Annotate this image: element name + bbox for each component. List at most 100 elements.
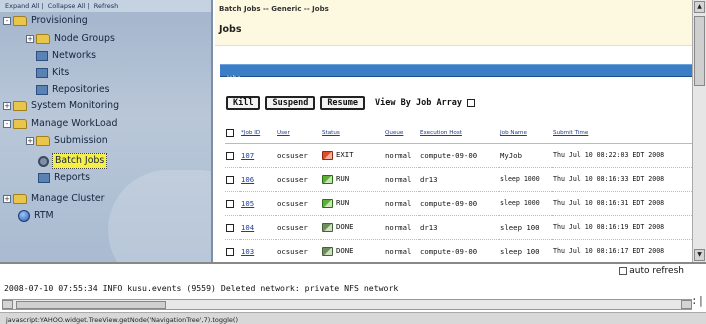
- column-header-status[interactable]: Status: [321, 123, 384, 144]
- resize-grip-icon[interactable]: :|: [691, 294, 704, 310]
- jobs-table: *Job ID User Status Queue Execution Host…: [225, 123, 700, 262]
- watermark-shape: [108, 170, 211, 262]
- page-header: Batch Jobs -- Generic -- Jobs Jobs: [215, 0, 706, 46]
- auto-refresh-control[interactable]: auto refresh: [619, 266, 684, 276]
- tree-item-provisioning[interactable]: - Provisioning: [3, 14, 89, 28]
- execution-host-cell: dr13: [419, 167, 499, 192]
- page-title: Jobs: [219, 24, 242, 35]
- tree-item-manage-workload[interactable]: - Manage WorkLoad: [3, 117, 118, 131]
- event-console: auto refresh 2008-07-10 07:55:34 INFO ku…: [0, 262, 706, 324]
- tree-item-label: Manage WorkLoad: [31, 118, 118, 129]
- job-name-cell: sleep 1000: [499, 167, 552, 192]
- column-header-submit-time[interactable]: Submit Time: [552, 123, 700, 144]
- folder-icon: [13, 101, 27, 111]
- execution-host-cell: compute-09-00: [419, 191, 499, 216]
- tree-item-networks[interactable]: Networks: [36, 49, 97, 63]
- user-cell: ocsuser: [276, 167, 321, 192]
- navigation-tree: Expand All | Collapse All | Refresh - Prov…: [0, 0, 213, 262]
- auto-refresh-checkbox[interactable]: [619, 267, 628, 275]
- job-id-cell: 104: [240, 215, 276, 240]
- collapse-toggle-icon[interactable]: -: [3, 17, 11, 25]
- column-header-user[interactable]: User: [276, 123, 321, 144]
- folder-icon: [36, 136, 50, 146]
- expand-all-link[interactable]: Expand All: [5, 2, 39, 10]
- section-bar-label: Jobs: [227, 74, 241, 82]
- tree-item-label: Provisioning: [31, 15, 88, 26]
- row-select-cell: [225, 167, 240, 192]
- tree-item-label: Networks: [52, 50, 97, 61]
- job-id-link[interactable]: 104: [241, 223, 254, 232]
- scroll-down-arrow-icon[interactable]: ▼: [694, 249, 705, 261]
- execution-host-cell: compute-09-00: [419, 239, 499, 262]
- submit-time-cell: Thu Jul 10 08:16:17 EDT 2008: [552, 239, 700, 262]
- collapse-all-link[interactable]: Collapse All: [48, 2, 86, 10]
- globe-icon: [18, 210, 30, 222]
- row-checkbox[interactable]: [226, 151, 234, 160]
- scrollbar-thumb[interactable]: [16, 301, 166, 309]
- job-id-link[interactable]: 105: [241, 199, 254, 208]
- column-header-execution-host[interactable]: Execution Host: [419, 123, 499, 144]
- kit-icon: [36, 68, 48, 78]
- tree-item-reports[interactable]: Reports: [38, 171, 91, 185]
- tree-item-label: Manage Cluster: [31, 193, 105, 204]
- job-id-cell: 106: [240, 167, 276, 192]
- kill-button[interactable]: Kill: [226, 96, 261, 110]
- user-cell: ocsuser: [276, 143, 321, 168]
- job-id-link[interactable]: 107: [241, 151, 254, 160]
- folder-icon: [13, 194, 27, 204]
- scroll-up-arrow-icon[interactable]: ▲: [694, 1, 705, 13]
- scrollbar-thumb[interactable]: [694, 16, 705, 86]
- expand-toggle-icon[interactable]: +: [26, 137, 34, 145]
- column-header-queue[interactable]: Queue: [384, 123, 419, 144]
- table-header-row: *Job ID User Status Queue Execution Host…: [225, 123, 700, 144]
- status-text: RUN: [336, 174, 350, 184]
- tree-item-system-monitoring[interactable]: + System Monitoring: [3, 99, 120, 113]
- expand-toggle-icon[interactable]: +: [3, 102, 11, 110]
- expand-toggle-icon[interactable]: +: [3, 195, 11, 203]
- column-header-job-name[interactable]: Job Name: [499, 123, 552, 144]
- status-exit-icon: [322, 150, 333, 160]
- collapse-toggle-icon[interactable]: -: [3, 120, 11, 128]
- row-checkbox[interactable]: [226, 199, 234, 208]
- select-all-checkbox[interactable]: [226, 128, 234, 137]
- refresh-link[interactable]: Refresh: [94, 2, 119, 10]
- row-checkbox[interactable]: [226, 247, 234, 256]
- tree-item-batch-jobs[interactable]: Batch Jobs: [38, 153, 108, 169]
- tree-item-label: Node Groups: [54, 33, 115, 44]
- row-select-cell: [225, 239, 240, 262]
- queue-cell: normal: [384, 215, 419, 240]
- status-done-icon: [322, 222, 333, 232]
- vertical-scrollbar[interactable]: ▲ ▼: [692, 0, 706, 262]
- column-header-job-id[interactable]: *Job ID: [240, 123, 276, 144]
- row-checkbox[interactable]: [226, 223, 234, 232]
- network-icon: [36, 51, 48, 61]
- tree-item-manage-cluster[interactable]: + Manage Cluster: [3, 192, 106, 206]
- status-text: RUN: [336, 198, 350, 208]
- folder-icon: [36, 34, 50, 44]
- row-checkbox[interactable]: [226, 175, 234, 184]
- tree-item-rtm[interactable]: RTM: [18, 209, 55, 223]
- job-id-link[interactable]: 103: [241, 247, 254, 256]
- table-row: 107 ocsuser EXIT normal compute-09-00 My…: [225, 143, 700, 168]
- separator-text: |: [87, 2, 90, 10]
- job-id-cell: 105: [240, 191, 276, 216]
- tree-item-label: RTM: [34, 210, 54, 221]
- table-row: 103 ocsuser DONE normal compute-09-00 sl…: [225, 239, 700, 262]
- folder-icon: [13, 16, 27, 26]
- tree-item-kits[interactable]: Kits: [36, 66, 70, 80]
- resume-button[interactable]: Resume: [320, 96, 366, 110]
- job-name-cell: sleep 100: [499, 239, 552, 262]
- auto-refresh-label: auto refresh: [629, 266, 684, 276]
- tree-item-repositories[interactable]: Repositories: [36, 83, 111, 97]
- suspend-button[interactable]: Suspend: [265, 96, 316, 110]
- job-id-link[interactable]: 106: [241, 175, 254, 184]
- scroll-left-arrow-icon[interactable]: [2, 300, 13, 309]
- tree-item-node-groups[interactable]: + Node Groups: [26, 32, 116, 46]
- tree-item-submission[interactable]: + Submission: [26, 134, 109, 148]
- row-select-cell: [225, 191, 240, 216]
- expand-toggle-icon[interactable]: +: [26, 35, 34, 43]
- horizontal-scrollbar[interactable]: [2, 299, 692, 310]
- view-by-job-array-checkbox[interactable]: [467, 99, 476, 107]
- status-text: EXIT: [336, 150, 354, 160]
- tree-actions-bar: Expand All | Collapse All | Refresh: [0, 0, 211, 12]
